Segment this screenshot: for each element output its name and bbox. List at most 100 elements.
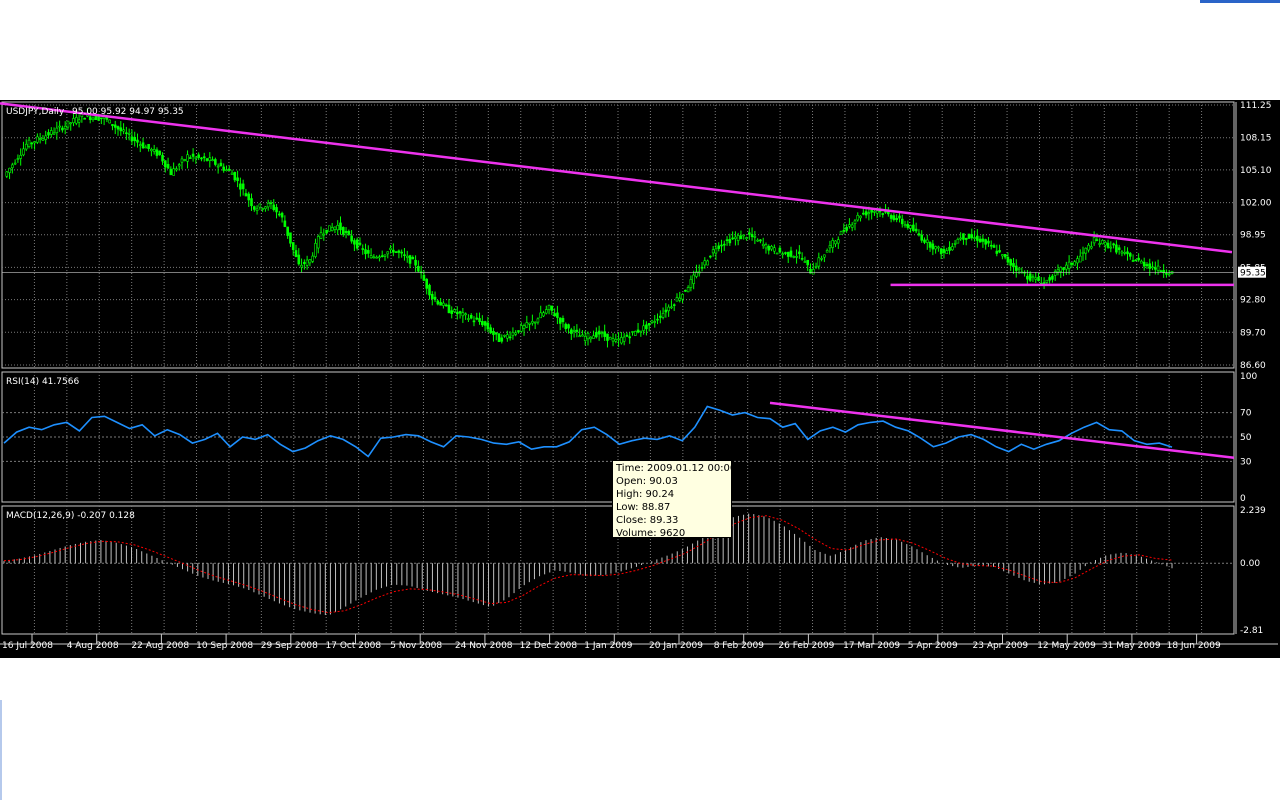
candle-body xyxy=(450,310,454,314)
chart-window[interactable]: 111.25108.15105.10102.0098.9595.8592.808… xyxy=(0,100,1280,658)
time-axis-tick: 5 Apr 2009 xyxy=(908,641,958,651)
candle-body xyxy=(258,203,262,208)
candle-body xyxy=(364,249,367,255)
candle-body xyxy=(728,239,732,244)
candle-body xyxy=(781,253,784,256)
candle-body xyxy=(514,332,517,335)
candle-body xyxy=(1048,277,1051,281)
candle-body xyxy=(731,237,734,240)
candle-body xyxy=(1073,261,1076,266)
macd-axis-tick: 0.00 xyxy=(1240,559,1260,569)
candle-body xyxy=(806,259,809,266)
candle-body xyxy=(481,321,484,326)
candle-body xyxy=(925,239,929,243)
candle-body xyxy=(291,242,295,251)
candle-body xyxy=(558,317,562,324)
candle-body xyxy=(1067,261,1071,269)
candle-body xyxy=(113,124,117,128)
candle-body xyxy=(333,226,337,230)
candle-body xyxy=(636,329,640,333)
candle-body xyxy=(467,318,470,320)
time-axis-tick: 31 May 2009 xyxy=(1102,641,1161,651)
rsi-panel[interactable] xyxy=(3,401,1235,459)
candle-body xyxy=(230,172,234,175)
candle-body xyxy=(400,251,403,254)
candle-body xyxy=(984,239,987,245)
candle-body xyxy=(672,304,676,306)
candle-body xyxy=(622,336,626,342)
candle-body xyxy=(447,304,451,314)
candle-body xyxy=(417,265,420,272)
candle-body xyxy=(1101,240,1104,245)
candle-body xyxy=(1042,282,1046,284)
candle-body xyxy=(836,239,840,244)
candle-body xyxy=(58,125,61,128)
candle-body xyxy=(981,238,985,242)
candle-body xyxy=(600,332,604,334)
chart-canvas[interactable]: 111.25108.15105.10102.0098.9595.8592.808… xyxy=(0,100,1280,658)
candle-body xyxy=(1115,244,1118,253)
candle-body xyxy=(1095,239,1099,241)
candle-body xyxy=(433,296,437,300)
candle-body xyxy=(425,278,429,289)
candle-body xyxy=(711,249,715,254)
candle-body xyxy=(745,237,748,240)
candle-body xyxy=(628,336,632,339)
candle-body xyxy=(784,252,787,254)
candle-body xyxy=(681,293,684,300)
candle-body xyxy=(49,130,53,135)
candle-body xyxy=(1090,246,1093,249)
candle-body xyxy=(414,259,417,266)
candle-body xyxy=(158,150,162,155)
candle-body xyxy=(859,215,862,219)
candle-body xyxy=(1117,247,1121,250)
candle-body xyxy=(16,158,20,160)
price-panel[interactable] xyxy=(0,102,1234,348)
candle-body xyxy=(595,332,598,338)
candle-body xyxy=(236,177,239,181)
candle-body xyxy=(183,159,187,161)
candle-body xyxy=(720,244,723,247)
candle-body xyxy=(77,119,81,123)
candle-body xyxy=(127,132,131,135)
candle-body xyxy=(278,213,281,216)
candle-body xyxy=(631,331,634,333)
candle-body xyxy=(742,234,746,237)
candle-body xyxy=(1123,252,1127,254)
candle-body xyxy=(553,313,556,317)
candle-body xyxy=(667,306,670,312)
candle-body xyxy=(328,225,331,232)
candle-body xyxy=(761,243,765,247)
candle-body xyxy=(1053,271,1057,276)
candle-body xyxy=(264,206,267,210)
candle-body xyxy=(500,337,504,342)
candle-body xyxy=(653,321,657,323)
macd-panel[interactable] xyxy=(3,513,1173,616)
candle-body xyxy=(856,215,860,221)
candle-body xyxy=(308,259,312,264)
candle-body xyxy=(531,321,534,324)
candle-body xyxy=(138,144,142,146)
candle-body xyxy=(572,329,576,332)
window-edge-mark xyxy=(0,700,2,800)
candle-body xyxy=(945,250,949,255)
candle-body xyxy=(1128,253,1132,257)
candle-body xyxy=(61,127,64,131)
candle-body xyxy=(1031,276,1035,279)
candle-body xyxy=(150,149,153,152)
candle-body xyxy=(239,183,242,190)
candle-body xyxy=(486,322,490,330)
candle-body xyxy=(422,274,426,281)
candle-body xyxy=(119,127,123,132)
candle-body xyxy=(736,235,740,241)
time-axis-tick: 22 Aug 2008 xyxy=(131,641,189,651)
candle-body xyxy=(266,202,270,208)
candle-body xyxy=(920,234,924,241)
candle-body xyxy=(375,256,378,259)
candle-body xyxy=(689,279,693,288)
candle-body xyxy=(341,226,345,235)
candle-body xyxy=(250,198,253,207)
candle-body xyxy=(208,157,212,161)
macd-axis-tick: -2.81 xyxy=(1240,626,1263,636)
candle-body xyxy=(442,302,445,306)
